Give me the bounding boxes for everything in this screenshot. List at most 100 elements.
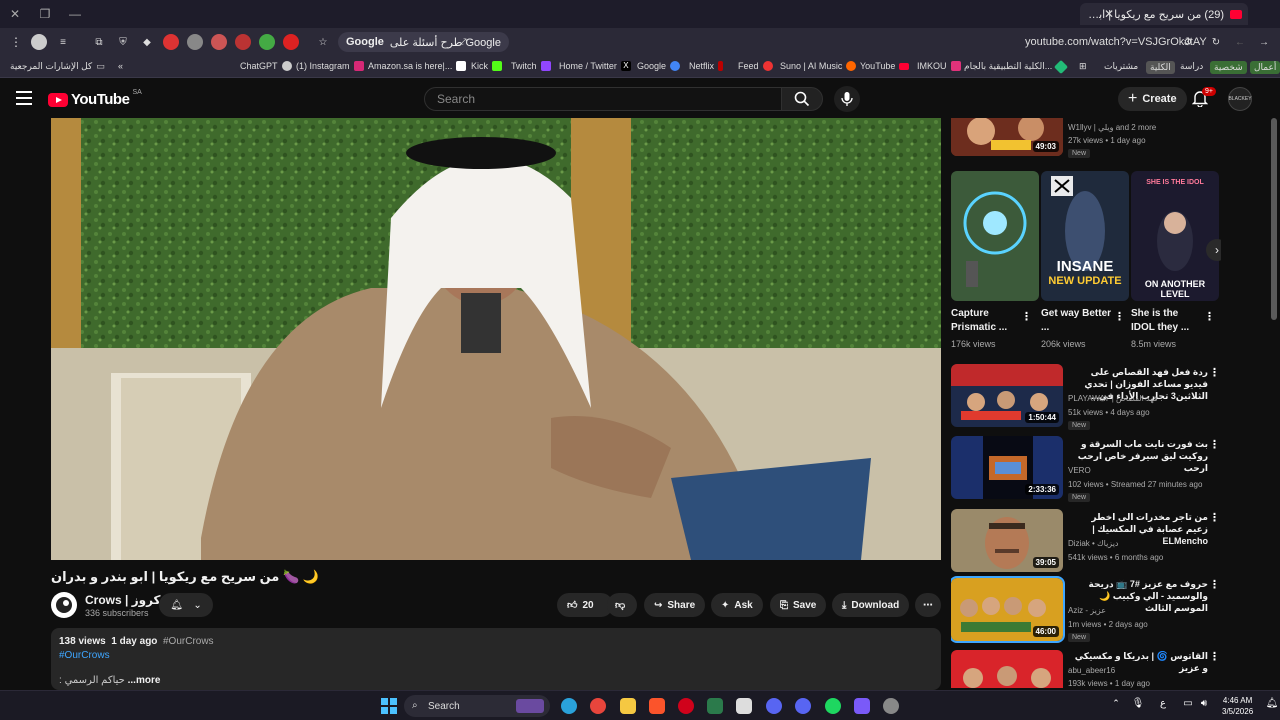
file-explorer-icon[interactable] <box>620 698 636 714</box>
forward-icon[interactable]: ← <box>1232 34 1248 50</box>
bookmark-college-app[interactable]: الكلية التطبيقية بالجام... <box>964 59 1069 74</box>
system-clock[interactable]: 4:46 AM 3/5/2026 <box>1222 695 1253 717</box>
channel-avatar[interactable] <box>51 592 77 618</box>
short-thumbnail-1[interactable] <box>951 171 1039 301</box>
bookmark-star-icon[interactable]: ☆ <box>315 34 331 50</box>
notification-center-icon[interactable]: 🔔︎ <box>1264 698 1280 714</box>
hamburger-menu-icon[interactable] <box>16 91 32 105</box>
video-menu-icon[interactable]: ⋮ <box>1209 578 1220 591</box>
bookmark-kick[interactable]: Kick <box>471 61 503 71</box>
channel-name[interactable]: PLAYAWAY | فهد القصاص <box>1068 394 1158 403</box>
channel-name[interactable]: Diziak • ديزياك <box>1068 539 1119 548</box>
video-menu-icon[interactable]: ⋮ <box>1209 650 1220 663</box>
channel-name[interactable]: VERO <box>1068 466 1091 475</box>
bookmark-netflix[interactable]: Netflix <box>689 61 724 71</box>
bookmark-folder-purchases[interactable]: مشتريات <box>1104 61 1138 72</box>
bookmark-imkou[interactable]: IMKOU <box>917 61 961 71</box>
channel-name[interactable]: Aziz - عزيز <box>1068 606 1106 615</box>
voice-search-button[interactable] <box>834 86 860 112</box>
bookmark-twitter[interactable]: Home / Twitter X <box>559 61 631 71</box>
windows-start-icon[interactable] <box>381 698 397 714</box>
close-window-icon[interactable]: ✕ <box>6 5 24 23</box>
video-menu-icon[interactable]: ⋮ <box>1209 438 1220 451</box>
profile-icon[interactable] <box>31 34 47 50</box>
bookmark-feed[interactable]: Feed <box>738 61 773 71</box>
bookmark-folder-personal[interactable]: شخصية <box>1210 61 1247 74</box>
meta-hashtag[interactable]: #OurCrows <box>163 636 214 647</box>
video-thumbnail[interactable] <box>951 650 1063 688</box>
video-thumbnail[interactable]: 49:03 <box>951 118 1063 156</box>
bookmark-folder-study[interactable]: دراسة <box>1180 61 1203 72</box>
bookmark-folder-college[interactable]: الكلية <box>1146 61 1175 74</box>
bookmark-suno[interactable]: Suno | AI Music <box>780 61 857 71</box>
description-hashtag[interactable]: #OurCrows <box>59 650 110 661</box>
short-thumbnail-3[interactable]: SHE IS THE IDOL ON ANOTHER LEVEL <box>1131 171 1219 301</box>
close-tab-icon[interactable]: ✕ <box>1100 5 1118 23</box>
video-menu-icon[interactable]: ⋮ <box>1209 511 1220 524</box>
ask-button[interactable]: ✦ Ask <box>711 593 763 617</box>
show-more-link[interactable]: ...more <box>128 675 161 686</box>
description-box[interactable]: 138 views 1 day ago #OurCrows #OurCrows … <box>51 628 941 690</box>
search-button[interactable] <box>781 87 823 111</box>
reload-icon[interactable]: ↻ <box>1208 34 1224 50</box>
download-button[interactable]: ⤓ Download <box>832 593 910 617</box>
reading-list-icon[interactable]: ≡ <box>55 34 71 50</box>
diamond-extension-icon[interactable]: ◆ <box>139 34 155 50</box>
extensions-icon[interactable]: ⧉ <box>91 34 107 50</box>
short-menu-icon[interactable]: ⋮ <box>1021 310 1032 323</box>
short-title[interactable]: She is the IDOL they ... <box>1131 307 1203 335</box>
like-button[interactable]: 👍︎ 20 <box>557 593 613 617</box>
media-player-icon[interactable] <box>854 698 870 714</box>
apps-grid-icon[interactable]: ⊞ <box>1079 61 1087 72</box>
channel-name[interactable]: W1llyv | ويلي and 2 more <box>1068 123 1156 132</box>
back-icon[interactable]: → <box>1256 34 1272 50</box>
chat-icon[interactable] <box>736 698 752 714</box>
opera-icon[interactable] <box>283 34 299 50</box>
minimize-window-icon[interactable]: — <box>66 5 84 23</box>
open-in-window-icon[interactable]: ⤤ <box>456 34 472 50</box>
google-ask-button[interactable]: Google طرح أسئلة على Google <box>338 32 509 52</box>
video-player[interactable] <box>51 118 941 560</box>
account-avatar[interactable]: BLACKEY <box>1228 87 1252 111</box>
bookmark-chatgpt[interactable]: ChatGPT <box>240 61 292 71</box>
scrollbar-thumb[interactable] <box>1271 118 1277 320</box>
share-button[interactable]: ↪ Share <box>644 593 706 617</box>
ext-red-icon[interactable] <box>211 34 227 50</box>
video-thumbnail[interactable]: 1:50:44 <box>951 364 1063 427</box>
bookmark-twitch[interactable]: Twitch <box>511 61 551 71</box>
volume-icon[interactable]: 🔊︎ <box>1196 698 1212 714</box>
bookmark-instagram[interactable]: (1) Instagram <box>296 61 364 71</box>
cookie-extension-icon[interactable] <box>187 34 203 50</box>
ext-green-icon[interactable] <box>259 34 275 50</box>
save-button[interactable]: ⎘ Save <box>770 593 827 617</box>
app-icon[interactable] <box>883 698 899 714</box>
kebab-menu-icon[interactable]: ⋮ <box>8 34 24 50</box>
video-thumbnail[interactable]: 46:00 <box>951 576 1065 643</box>
search-input[interactable]: Search <box>424 87 782 111</box>
video-thumbnail[interactable]: 2:33:36 <box>951 436 1063 499</box>
site-settings-icon[interactable]: ⚙ <box>1180 34 1196 50</box>
network-icon[interactable]: ▭ <box>1180 698 1196 714</box>
youtube-logo[interactable]: YouTube SA <box>48 89 142 108</box>
restore-window-icon[interactable]: ❐ <box>36 5 54 23</box>
short-thumbnail-2[interactable]: INSANE NEW UPDATE <box>1041 171 1129 301</box>
bookmark-youtube[interactable]: YouTube <box>860 61 910 71</box>
video-thumbnail[interactable]: 39:05 <box>951 509 1063 572</box>
video-menu-icon[interactable]: ⋮ <box>1209 366 1220 379</box>
fire-extension-icon[interactable] <box>163 34 179 50</box>
short-menu-icon[interactable]: ⋮ <box>1114 310 1125 323</box>
short-title[interactable]: Capture Prismatic ... <box>951 307 1029 335</box>
subscription-bell-button[interactable]: 🔔︎ ⌄ <box>159 593 213 617</box>
ext-badge-icon[interactable] <box>235 34 251 50</box>
channel-name[interactable]: Crows | كروز <box>85 593 161 607</box>
all-bookmarks[interactable]: كل الإشارات المرجعية ▭ <box>10 61 105 72</box>
spotify-icon[interactable] <box>825 698 841 714</box>
taskbar-search[interactable]: ⌕ Search <box>404 695 550 717</box>
brave-icon[interactable] <box>649 698 665 714</box>
opera-icon[interactable] <box>678 698 694 714</box>
microphone-icon[interactable]: 🎙︎ <box>1130 698 1146 714</box>
shield-icon[interactable]: ⛨ <box>115 34 131 50</box>
excel-icon[interactable] <box>707 698 723 714</box>
short-menu-icon[interactable]: ⋮ <box>1204 310 1215 323</box>
bookmark-amazon[interactable]: Amazon.sa is here|... <box>368 61 467 71</box>
